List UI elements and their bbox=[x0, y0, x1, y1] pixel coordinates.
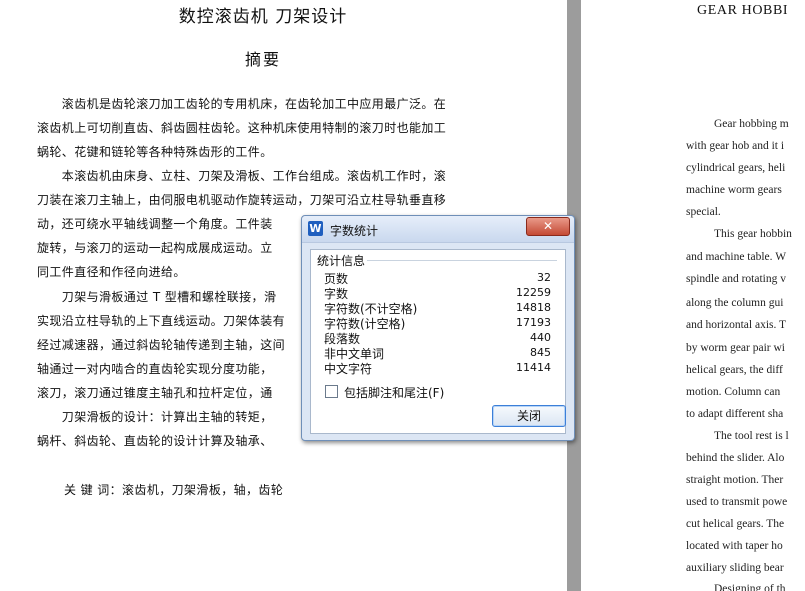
english-body-line: spindle and rotating v bbox=[686, 273, 786, 285]
stat-value-chars-with-spaces: 17193 bbox=[516, 316, 551, 329]
body-line: 蜗杆、斜齿轮、直齿轮的设计计算及轴承、 bbox=[37, 434, 273, 448]
english-body-line: cut helical gears. The bbox=[686, 518, 785, 530]
body-line: 旋转，与滚刀的运动一起构成展成运动。立 bbox=[37, 241, 273, 255]
stat-value-paragraphs: 440 bbox=[530, 331, 551, 344]
english-body-line: straight motion. Ther bbox=[686, 474, 784, 486]
body-line: 动，还可绕水平轴线调整一个角度。工件装 bbox=[37, 217, 273, 231]
english-body-line: machine worm gears bbox=[686, 184, 782, 196]
english-body-line: and horizontal axis. T bbox=[686, 319, 787, 331]
stat-value-chars-no-spaces: 14818 bbox=[516, 301, 551, 314]
stat-value-pages: 32 bbox=[537, 271, 551, 284]
english-body-line: along the column gui bbox=[686, 297, 784, 309]
english-body-line: motion. Column can bbox=[686, 386, 781, 398]
close-button[interactable]: 关闭 bbox=[492, 405, 566, 427]
stat-value-non-chinese-words: 845 bbox=[530, 346, 551, 359]
keywords-line: 关 键 词：滚齿机，刀架滑板，轴，齿轮 bbox=[64, 483, 284, 497]
english-body-line: Gear hobbing m bbox=[714, 118, 789, 130]
english-body-line: to adapt different sha bbox=[686, 408, 784, 420]
english-body-line: cylindrical gears, heli bbox=[686, 162, 786, 174]
body-line: 蜗轮、花键和链轮等各种特殊齿形的工件。 bbox=[37, 145, 273, 159]
body-line: 本滚齿机由床身、立柱、刀架及滑板、工作台组成。滚齿机工作时，滚 bbox=[37, 169, 447, 183]
stat-value-chinese-chars: 11414 bbox=[516, 361, 551, 374]
english-body-line: used to transmit powe bbox=[686, 496, 788, 508]
include-footnotes-label[interactable]: 包括脚注和尾注(F) bbox=[344, 384, 444, 401]
close-icon[interactable]: ✕ bbox=[526, 217, 570, 236]
body-line: 滚齿机是齿轮滚刀加工齿轮的专用机床，在齿轮加工中应用最广泛。在 bbox=[37, 97, 447, 111]
dialog-titlebar[interactable]: W 字数统计 ✕ bbox=[302, 216, 574, 243]
english-body-line: behind the slider. Alo bbox=[686, 452, 785, 464]
english-body-line: This gear hobbin bbox=[714, 228, 792, 240]
abstract-heading: 摘要 bbox=[244, 50, 281, 69]
statistics-group-label: 统计信息 bbox=[317, 254, 366, 268]
wps-writer-icon: W bbox=[308, 221, 323, 236]
english-body-line: special. bbox=[686, 206, 721, 218]
statistics-group: 统计信息 页数 32 字数 12259 字符数(不计空格) 14818 字符数(… bbox=[310, 249, 566, 434]
word-count-dialog: W 字数统计 ✕ 统计信息 页数 32 字数 12259 字符数(不计空格) 1… bbox=[301, 215, 575, 441]
stat-label-chinese-chars: 中文字符 bbox=[324, 362, 373, 376]
english-title: GEAR HOBBI bbox=[697, 3, 789, 18]
english-body-line: Designing of th bbox=[714, 583, 786, 591]
english-body-line: and machine table. W bbox=[686, 251, 787, 263]
english-body-line: auxiliary sliding bear bbox=[686, 562, 784, 574]
english-body-line: with gear hob and it i bbox=[686, 140, 785, 152]
dialog-title: 字数统计 bbox=[330, 224, 379, 238]
body-line: 刀装在滚刀主轴上，由伺服电机驱动作旋转运动，刀架可沿立柱导轨垂直移 bbox=[37, 193, 447, 207]
body-line: 实现沿立柱导轨的上下直线运动。刀架体装有 bbox=[37, 314, 286, 328]
body-line: 刀架滑板的设计：计算出主轴的转矩， bbox=[37, 410, 273, 424]
body-line: 滚齿机上可切削直齿、斜齿圆柱齿轮。这种机床使用特制的滚刀时也能加工 bbox=[37, 121, 447, 135]
body-line: 滚刀，滚刀通过锥度主轴孔和拉杆定位，通 bbox=[37, 386, 273, 400]
document-title: 数控滚齿机 刀架设计 bbox=[178, 7, 348, 27]
english-body-line: The tool rest is l bbox=[714, 430, 789, 442]
body-line: 同工件直径和作径向进给。 bbox=[37, 265, 186, 279]
stat-value-words: 12259 bbox=[516, 286, 551, 299]
english-body-line: by worm gear pair wi bbox=[686, 342, 785, 354]
body-line: 经过减速器，通过斜齿轮轴传递到主轴，这间 bbox=[37, 338, 286, 352]
english-body-line: located with taper ho bbox=[686, 540, 783, 552]
english-body-line: helical gears, the diff bbox=[686, 364, 783, 376]
include-footnotes-checkbox[interactable] bbox=[325, 385, 338, 398]
group-divider bbox=[367, 260, 557, 261]
document-page-right[interactable]: GEAR HOBBI Gear hobbing m with gear hob … bbox=[581, 0, 805, 591]
body-line: 轴通过一对内啮合的直齿轮实现分度功能， bbox=[37, 362, 273, 376]
body-line: 刀架与滑板通过 T 型槽和螺栓联接，滑 bbox=[37, 290, 277, 304]
